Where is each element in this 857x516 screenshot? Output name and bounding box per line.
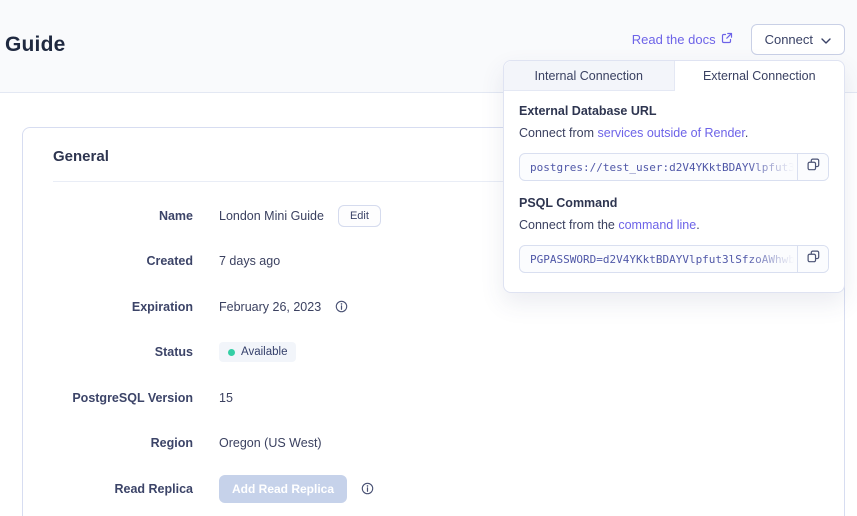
connection-tabs: Internal Connection External Connection <box>504 61 844 91</box>
status-badge-text: Available <box>241 346 287 358</box>
region-value: Oregon (US West) <box>219 436 322 450</box>
command-line-link[interactable]: command line <box>618 218 696 232</box>
add-read-replica-button[interactable]: Add Read Replica <box>219 475 347 503</box>
read-replica-label: Read Replica <box>53 482 193 496</box>
external-database-url-heading: External Database URL <box>519 104 829 118</box>
expiration-info-icon[interactable] <box>335 300 348 313</box>
read-replica-info-icon[interactable] <box>361 482 374 495</box>
postgresql-version-value: 15 <box>219 391 233 405</box>
psql-command-description: Connect from the command line. <box>519 218 829 232</box>
connect-button[interactable]: Connect <box>751 24 845 55</box>
status-available-dot-icon <box>228 349 235 356</box>
desc-text: . <box>696 218 699 232</box>
copy-icon <box>807 250 820 268</box>
external-database-url-field: postgres://test_user:d2V4YKktBDAYVlpfut3… <box>519 153 829 181</box>
psql-command-heading: PSQL Command <box>519 196 829 210</box>
connect-dropdown-panel: Internal Connection External Connection … <box>503 60 845 293</box>
copy-psql-command-button[interactable] <box>797 246 828 272</box>
external-database-url-value[interactable]: postgres://test_user:d2V4YKktBDAYVlpfut3… <box>520 154 797 180</box>
copy-external-url-button[interactable] <box>797 154 828 180</box>
copy-icon <box>807 158 820 176</box>
connect-button-label: Connect <box>765 32 813 47</box>
region-row: Region Oregon (US West) <box>23 421 844 467</box>
created-label: Created <box>53 254 193 268</box>
services-outside-render-link[interactable]: services outside of Render <box>598 126 745 140</box>
desc-text: Connect from <box>519 126 598 140</box>
read-the-docs-label: Read the docs <box>632 32 716 47</box>
page-title: Guide <box>5 33 66 57</box>
desc-text: Connect from the <box>519 218 618 232</box>
external-database-url-description: Connect from services outside of Render. <box>519 126 829 140</box>
status-label: Status <box>53 345 193 359</box>
postgresql-version-row: PostgreSQL Version 15 <box>23 375 844 421</box>
status-row: Status Available <box>23 330 844 376</box>
chevron-down-icon <box>821 32 831 47</box>
expiration-value: February 26, 2023 <box>219 300 321 314</box>
desc-text: . <box>745 126 748 140</box>
postgresql-version-label: PostgreSQL Version <box>53 391 193 405</box>
status-badge: Available <box>219 342 296 362</box>
header-actions: Read the docs Connect <box>632 24 845 55</box>
expiration-label: Expiration <box>53 300 193 314</box>
tab-internal-connection[interactable]: Internal Connection <box>504 61 675 91</box>
region-label: Region <box>53 436 193 450</box>
name-label: Name <box>53 209 193 223</box>
psql-command-field: PGPASSWORD=d2V4YKktBDAYVlpfut3lSfzoAWhwb… <box>519 245 829 273</box>
psql-command-value[interactable]: PGPASSWORD=d2V4YKktBDAYVlpfut3lSfzoAWhwb… <box>520 246 797 272</box>
external-link-icon <box>721 32 733 47</box>
edit-name-button[interactable]: Edit <box>338 205 381 227</box>
name-value: London Mini Guide <box>219 209 324 223</box>
read-the-docs-link[interactable]: Read the docs <box>632 32 733 47</box>
connect-panel-body: External Database URL Connect from servi… <box>504 91 844 273</box>
created-value: 7 days ago <box>219 254 280 268</box>
read-replica-row: Read Replica Add Read Replica <box>23 466 844 512</box>
tab-external-connection[interactable]: External Connection <box>675 61 845 91</box>
